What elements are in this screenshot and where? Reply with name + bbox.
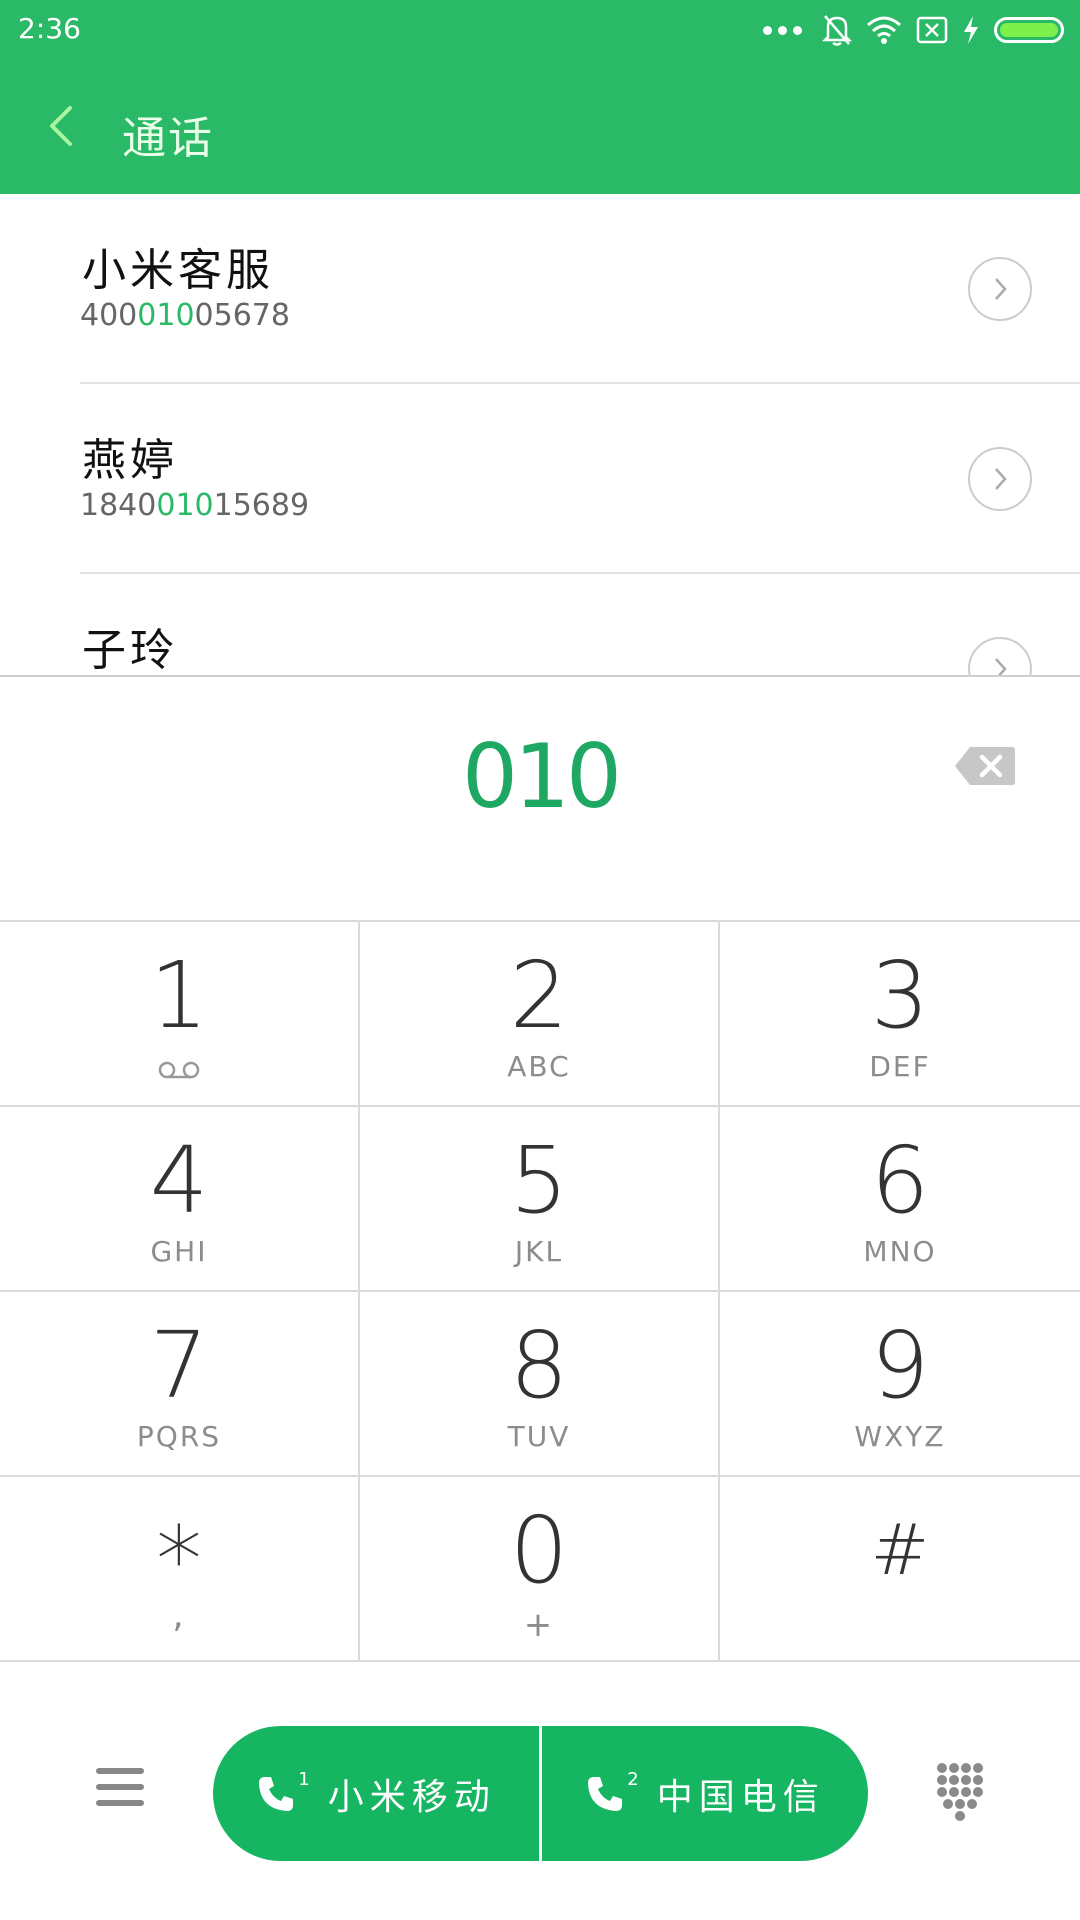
bell-muted-icon	[822, 13, 852, 47]
contact-number: 184001015689	[80, 488, 310, 523]
contact-name: 燕婷	[82, 435, 178, 486]
contact-name: 子玲	[82, 625, 178, 676]
chevron-right-icon	[995, 658, 1007, 676]
dialpad-icon	[937, 1763, 983, 1821]
key-2[interactable]: 2 ABC	[360, 922, 720, 1107]
chevron-right-icon	[995, 278, 1007, 300]
dialed-number-area: 010	[0, 677, 1080, 920]
key-1[interactable]: 1	[0, 922, 360, 1107]
key-9[interactable]: 9 WXYZ	[720, 1292, 1080, 1477]
no-sim-icon	[916, 16, 948, 44]
chevron-right-icon	[995, 468, 1007, 490]
key-6[interactable]: 6 MNO	[720, 1107, 1080, 1292]
dialpad-toggle-button[interactable]	[935, 1762, 985, 1822]
key-8[interactable]: 8 TUV	[360, 1292, 720, 1477]
key-7[interactable]: 7 PQRS	[0, 1292, 360, 1477]
charging-icon	[962, 15, 980, 45]
key-4[interactable]: 4 GHI	[0, 1107, 360, 1292]
status-bar: 2:36	[0, 0, 1080, 60]
bottom-action-bar: 1 小米移动 2 中国电信	[0, 1662, 1080, 1920]
result-item[interactable]: 小米客服 40001005678	[0, 194, 1080, 384]
more-notifications-icon	[763, 25, 802, 35]
key-0[interactable]: 0 +	[360, 1477, 720, 1662]
phone-icon	[588, 1776, 623, 1811]
call-sim1-button[interactable]: 1 小米移动	[213, 1726, 539, 1861]
battery-icon	[994, 17, 1064, 43]
result-item[interactable]: 燕婷 184001015689	[0, 384, 1080, 574]
key-star[interactable]: * ,	[0, 1477, 360, 1662]
sim-number: 2	[627, 1769, 639, 1790]
call-label: 中国电信	[656, 1776, 825, 1818]
contact-detail-button[interactable]	[968, 257, 1032, 321]
call-sim2-button[interactable]: 2 中国电信	[542, 1726, 868, 1861]
backspace-icon	[955, 747, 1015, 785]
status-icons	[763, 12, 1064, 48]
dialed-number: 010	[462, 725, 622, 828]
dial-keypad: 1 2 ABC 3 DEF 4 GHI 5 JKL 6 MNO 7 PQRS 8…	[0, 920, 1080, 1662]
sim-number: 1	[298, 1769, 310, 1790]
call-buttons: 1 小米移动 2 中国电信	[213, 1726, 868, 1861]
title-row: 通话	[0, 60, 1080, 194]
search-results-list[interactable]: 小米客服 40001005678 燕婷 184001015689 子玲	[0, 194, 1080, 676]
back-button[interactable]	[40, 100, 84, 152]
call-label: 小米移动	[327, 1776, 496, 1818]
key-5[interactable]: 5 JKL	[360, 1107, 720, 1292]
menu-icon	[96, 1768, 144, 1774]
contact-detail-button[interactable]	[968, 447, 1032, 511]
app-header: 2:36 通话	[0, 0, 1080, 194]
contact-name: 小米客服	[82, 245, 274, 296]
key-hash[interactable]: #	[720, 1477, 1080, 1662]
voicemail-icon	[158, 1061, 200, 1079]
phone-icon	[259, 1776, 294, 1811]
backspace-button[interactable]	[954, 745, 1016, 787]
page-title: 通话	[122, 113, 214, 164]
wifi-icon	[866, 15, 902, 45]
status-time: 2:36	[18, 12, 81, 45]
result-item[interactable]: 子玲	[0, 574, 1080, 676]
contact-number: 40001005678	[80, 298, 290, 333]
key-3[interactable]: 3 DEF	[720, 922, 1080, 1107]
chevron-left-icon	[50, 106, 72, 146]
contact-detail-button[interactable]	[968, 637, 1032, 676]
menu-button[interactable]	[96, 1768, 144, 1812]
